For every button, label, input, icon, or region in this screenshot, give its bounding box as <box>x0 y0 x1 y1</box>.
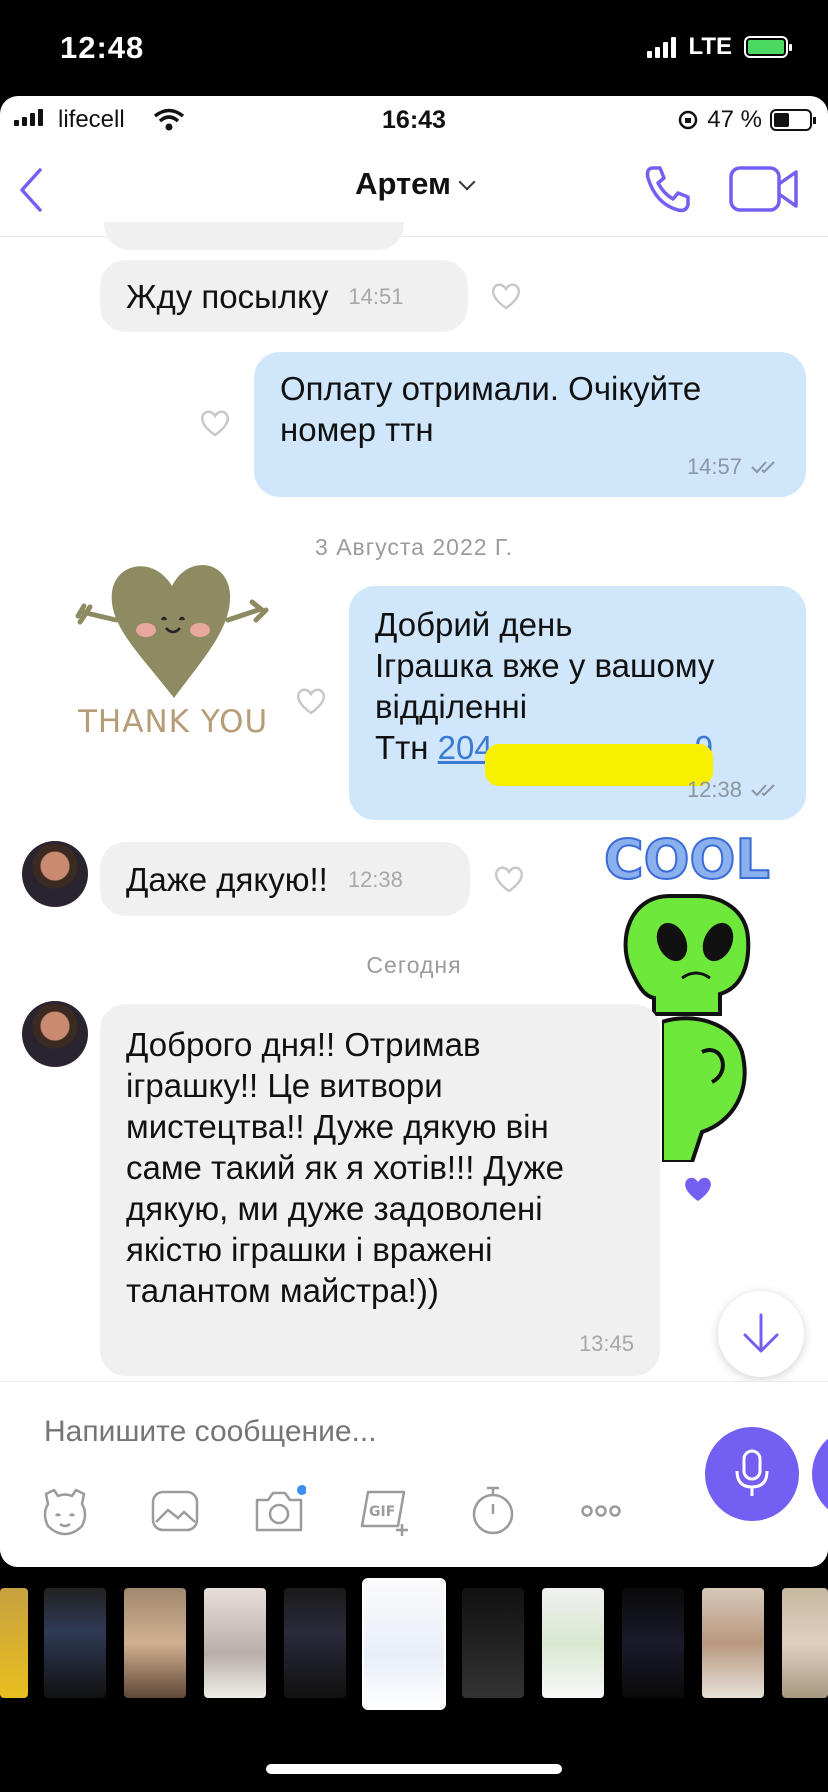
voice-message-button[interactable] <box>705 1427 799 1521</box>
outgoing-message[interactable]: Оплату отримали. Очікуйте номер ттн 14:5… <box>254 352 806 497</box>
photo-thumbnail[interactable] <box>542 1588 604 1698</box>
chevron-down-icon <box>458 173 476 191</box>
incoming-message[interactable]: Жду посылку 14:51 <box>100 260 468 332</box>
timer-icon[interactable] <box>466 1484 520 1538</box>
message-text: Оплату отримали. Очікуйте номер ттн <box>280 370 702 448</box>
battery-charging-icon <box>744 36 792 58</box>
photo-thumbnail[interactable] <box>0 1588 28 1698</box>
double-check-icon <box>751 783 775 796</box>
message-text: Даже дякую!! <box>126 860 328 898</box>
cool-alien-sticker[interactable]: COOL <box>600 818 800 1018</box>
photo-thumbnail[interactable] <box>462 1588 524 1698</box>
photo-thumbnail[interactable] <box>44 1588 106 1698</box>
next-action-button[interactable] <box>812 1427 828 1521</box>
svg-text:GIF: GIF <box>369 1504 395 1520</box>
outer-status-indicators: LTE <box>647 33 792 61</box>
phone-call-icon[interactable] <box>640 162 694 216</box>
viber-chat-screenshot: lifecell 16:43 47 % Артем Жду посылку 14… <box>0 96 828 1567</box>
photo-thumbnail[interactable] <box>124 1588 186 1698</box>
like-heart-icon[interactable] <box>492 862 526 896</box>
photo-thumbnail[interactable] <box>284 1588 346 1698</box>
scroll-to-bottom-button[interactable] <box>718 1291 804 1377</box>
inner-status-bar: lifecell 16:43 47 % <box>0 96 828 146</box>
like-heart-icon[interactable] <box>198 406 232 440</box>
date-separator: Сегодня <box>366 952 462 978</box>
video-call-icon[interactable] <box>728 162 800 216</box>
photo-thumbnail[interactable] <box>622 1588 684 1698</box>
gallery-icon[interactable] <box>148 1484 202 1538</box>
previous-message-fragment <box>104 222 404 250</box>
message-meta: 12:38 <box>687 769 782 810</box>
contact-name: Артем <box>355 166 451 201</box>
photo-thumbnail[interactable] <box>204 1588 266 1698</box>
arrow-down-icon <box>743 1313 779 1353</box>
redaction-mark <box>485 744 713 786</box>
sticker-caption: THANK YOU <box>77 704 268 740</box>
gif-icon[interactable]: GIF <box>356 1484 410 1538</box>
message-time: 12:38 <box>686 777 742 802</box>
message-input[interactable] <box>42 1414 666 1450</box>
message-text: Доброго дня!! Отримав іграшку!! Це витво… <box>126 1026 564 1309</box>
message-time: 13:45 <box>578 1331 634 1356</box>
message-time: 14:57 <box>686 454 742 479</box>
photo-thumbnail-selected[interactable] <box>362 1578 446 1710</box>
thank-you-sticker[interactable]: THANK YOU <box>72 536 282 751</box>
incoming-message[interactable]: Доброго дня!! Отримав іграшку!! Це витво… <box>100 1004 660 1376</box>
rotation-lock-icon <box>679 110 698 130</box>
microphone-icon <box>735 1449 769 1496</box>
more-options-icon[interactable] <box>574 1484 628 1538</box>
message-text: Жду посылку <box>126 277 329 315</box>
outgoing-message[interactable]: Добрий день Іграшка вже у вашому відділе… <box>349 586 806 820</box>
contact-avatar[interactable] <box>22 841 88 907</box>
like-heart-icon[interactable] <box>489 279 523 313</box>
inner-status-indicators: 47 % <box>677 106 816 134</box>
signal-icon <box>647 36 677 58</box>
message-meta: 14:57 <box>687 446 782 487</box>
message-time: 14:51 <box>348 283 404 309</box>
double-check-icon <box>751 460 775 473</box>
incoming-message[interactable]: Даже дякую!! 12:38 <box>100 842 470 916</box>
outer-status-bar: 12:48 LTE <box>0 0 828 96</box>
cool-alien-sticker-body <box>662 1016 747 1162</box>
photo-thumbnail[interactable] <box>782 1588 828 1698</box>
contact-avatar[interactable] <box>22 1001 88 1067</box>
home-indicator[interactable] <box>266 1764 562 1774</box>
camera-icon[interactable] <box>252 1484 306 1538</box>
contact-name-button[interactable]: Артем <box>0 166 828 202</box>
message-composer: GIF <box>0 1381 828 1567</box>
outer-clock: 12:48 <box>60 30 145 65</box>
sticker-caption: COOL <box>604 828 770 891</box>
battery-icon <box>770 109 816 131</box>
like-heart-icon[interactable] <box>294 684 328 718</box>
battery-percent: 47 % <box>707 106 762 133</box>
photo-thumbnail-strip <box>0 1578 828 1720</box>
network-type: LTE <box>688 33 732 60</box>
message-time: 12:38 <box>347 866 403 892</box>
liked-heart-icon[interactable] <box>681 1172 715 1206</box>
sticker-icon[interactable] <box>38 1484 92 1538</box>
photo-thumbnail[interactable] <box>702 1588 764 1698</box>
